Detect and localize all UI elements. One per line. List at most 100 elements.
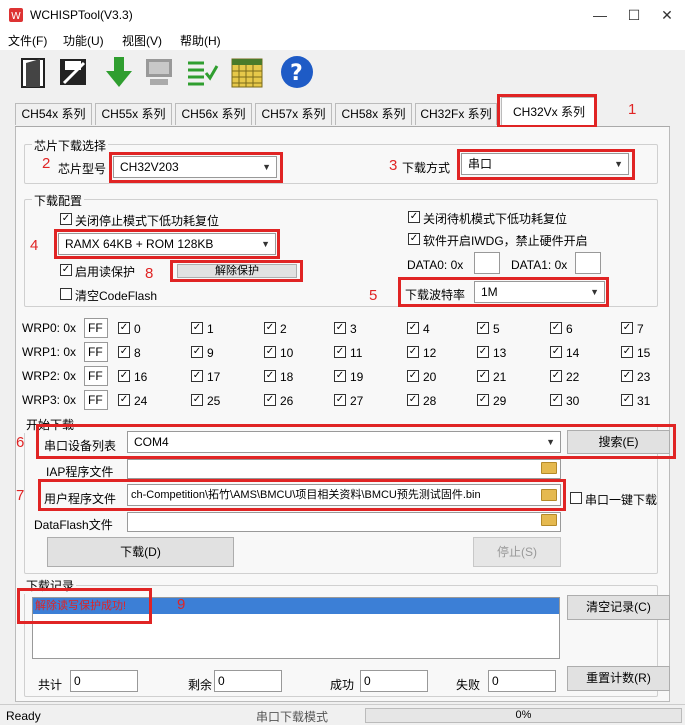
wrp-bit-checkbox[interactable]: ✓ [191,394,203,406]
maximize-button[interactable]: ☐ [619,4,649,26]
wrp-bit-checkbox[interactable]: ✓ [550,346,562,358]
clear-codeflash-checkbox[interactable] [60,288,72,300]
tab-ch32fx[interactable]: CH32Fx 系列 [415,103,497,125]
wrp-bit-checkbox[interactable]: ✓ [118,394,130,406]
app-icon: W [8,7,24,23]
annotation-4: 4 [30,237,39,254]
stop-reset-label: 关闭停止模式下低功耗复位 [75,214,220,228]
wrp-bit-checkbox[interactable]: ✓ [407,322,419,334]
iap-file-input[interactable] [127,459,561,479]
reset-count-button[interactable]: 重置计数(R) [567,666,670,691]
wrp-bit-checkbox[interactable]: ✓ [334,346,346,358]
wrp-bit-label: 1 [207,322,214,336]
stop-reset-checkbox[interactable]: ✓ [60,213,72,225]
stop-button[interactable]: 停止(S) [473,537,561,567]
wrp-bit-label: 17 [207,370,221,384]
annotation-6: 6 [16,434,25,451]
data0-input[interactable] [474,252,500,274]
wrp-bit-checkbox[interactable]: ✓ [191,346,203,358]
wrp-label: WRP2: 0x [22,369,77,383]
annotation-box-8 [170,260,303,282]
menu-view[interactable]: 视图(V) [122,32,162,49]
wrp-bit-checkbox[interactable]: ✓ [191,322,203,334]
wrp-bit-label: 16 [134,370,148,384]
menu-help[interactable]: 帮助(H) [180,32,221,49]
wrp-bit-checkbox[interactable]: ✓ [477,346,489,358]
wrp-bit-label: 29 [493,394,507,408]
wrp-bit-label: 11 [350,346,363,360]
download-button[interactable]: 下载(D) [47,537,234,567]
wrp-input[interactable]: FF [84,390,108,410]
toolbar: ? [0,50,685,96]
title-bar: W WCHISPTool(V3.3) — ☐ ✕ [0,0,685,30]
tab-ch56x[interactable]: CH56x 系列 [175,103,252,125]
wrp-bit-checkbox[interactable]: ✓ [621,394,633,406]
wrp-bit-label: 4 [423,322,430,336]
folder-icon[interactable] [541,514,557,526]
wrp-bit-checkbox[interactable]: ✓ [334,322,346,334]
data0-label: DATA0: 0x [407,258,464,272]
wrp-bit-checkbox[interactable]: ✓ [477,370,489,382]
tab-ch54x[interactable]: CH54x 系列 [15,103,92,125]
wrp-bit-checkbox[interactable]: ✓ [550,322,562,334]
wrp-bit-label: 26 [280,394,294,408]
wrp-bit-checkbox[interactable]: ✓ [550,394,562,406]
save-icon[interactable] [54,53,92,91]
status-text: Ready [6,709,41,723]
read-protect-checkbox[interactable]: ✓ [60,264,72,276]
wrp-bit-checkbox[interactable]: ✓ [118,370,130,382]
wrp-input[interactable]: FF [84,342,108,362]
iwdg-checkbox[interactable]: ✓ [408,233,420,245]
wrp-bit-checkbox[interactable]: ✓ [477,394,489,406]
menu-function[interactable]: 功能(U) [63,32,104,49]
total-field: 0 [70,670,138,692]
wrp-bit-checkbox[interactable]: ✓ [191,370,203,382]
annotation-7: 7 [16,487,25,504]
list-icon[interactable] [182,53,220,91]
tab-ch58x[interactable]: CH58x 系列 [335,103,412,125]
wrp-input[interactable]: FF [84,366,108,386]
wrp-bit-checkbox[interactable]: ✓ [407,346,419,358]
wrp-bit-checkbox[interactable]: ✓ [264,322,276,334]
clear-log-button[interactable]: 清空记录(C) [567,595,670,620]
download-mode-label: 下载方式 [402,161,451,175]
download-icon[interactable] [100,53,138,91]
menu-file[interactable]: 文件(F) [8,32,47,49]
annotation-2: 2 [42,155,51,172]
tab-ch57x[interactable]: CH57x 系列 [255,103,332,125]
dataflash-input[interactable] [127,512,561,532]
standby-reset-checkbox[interactable]: ✓ [408,211,420,223]
data1-input[interactable] [575,252,601,274]
wrp-bit-checkbox[interactable]: ✓ [334,394,346,406]
tab-ch55x[interactable]: CH55x 系列 [95,103,172,125]
clear-codeflash-label: 清空CodeFlash [75,289,158,303]
wrp-bit-checkbox[interactable]: ✓ [118,346,130,358]
wrp-bit-label: 15 [637,346,651,360]
chip-model-label: 芯片型号 [58,162,107,176]
wrp-bit-checkbox[interactable]: ✓ [334,370,346,382]
open-icon[interactable] [14,53,52,91]
annotation-box-2 [109,152,283,183]
wrp-bit-checkbox[interactable]: ✓ [264,394,276,406]
annotation-9: 9 [177,596,186,613]
debug-icon[interactable] [140,53,178,91]
calendar-icon[interactable] [228,53,266,91]
wrp-bit-checkbox[interactable]: ✓ [621,322,633,334]
wrp-bit-checkbox[interactable]: ✓ [264,370,276,382]
wrp-bit-label: 13 [493,346,507,360]
folder-icon[interactable] [541,462,557,474]
wrp-bit-checkbox[interactable]: ✓ [621,346,633,358]
wrp-bit-checkbox[interactable]: ✓ [264,346,276,358]
help-icon[interactable]: ? [278,53,316,91]
wrp-bit-checkbox[interactable]: ✓ [477,322,489,334]
wrp-bit-checkbox[interactable]: ✓ [621,370,633,382]
wrp-bit-checkbox[interactable]: ✓ [550,370,562,382]
oneclick-checkbox[interactable] [570,492,582,504]
wrp-bit-checkbox[interactable]: ✓ [118,322,130,334]
minimize-button[interactable]: — [585,4,615,26]
wrp-bit-checkbox[interactable]: ✓ [407,394,419,406]
wrp-bit-checkbox[interactable]: ✓ [407,370,419,382]
wrp-input[interactable]: FF [84,318,108,338]
close-button[interactable]: ✕ [652,4,682,26]
download-config-label: 下载配置 [32,192,85,209]
